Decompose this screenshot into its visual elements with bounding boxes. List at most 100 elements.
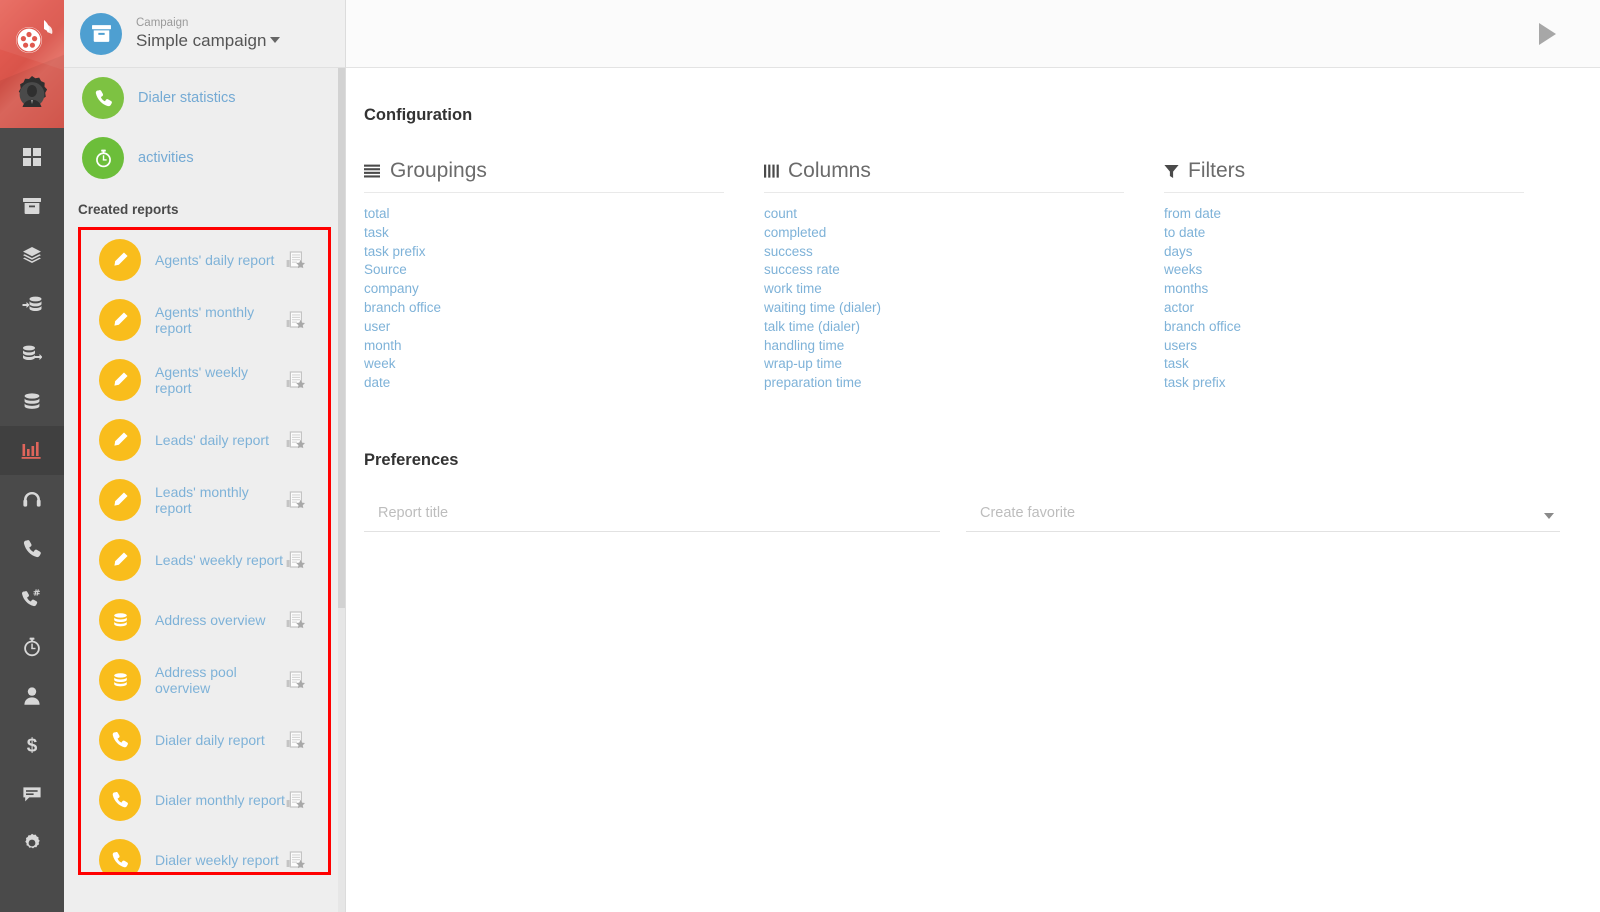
report-favorite-icon[interactable]: [286, 311, 306, 329]
filters-header: Filters: [1164, 159, 1524, 193]
pencil-icon: [114, 492, 128, 506]
report-item-address-overview[interactable]: Address overview: [81, 590, 328, 650]
database-icon: [113, 672, 127, 686]
campaign-name[interactable]: Simple campaign: [136, 30, 281, 52]
filter-item[interactable]: to date: [1164, 224, 1532, 243]
report-favorite-icon[interactable]: [286, 731, 306, 749]
create-favorite-field[interactable]: [966, 504, 1560, 532]
report-item-label: Leads' weekly report: [155, 552, 283, 568]
rail-item-reports[interactable]: [0, 426, 64, 475]
sidebar: Campaign Simple campaign Dialer statisti…: [64, 0, 346, 912]
rail-item-user[interactable]: [0, 671, 64, 720]
column-item[interactable]: success rate: [764, 261, 1132, 280]
archive-box-icon: [91, 25, 111, 42]
report-item-dialer-weekly[interactable]: Dialer weekly report: [81, 830, 328, 872]
column-item[interactable]: wrap-up time: [764, 355, 1132, 374]
stopwatch-icon: [95, 149, 111, 167]
created-reports-list: Agents' daily report Agents' monthly rep…: [78, 227, 331, 875]
report-favorite-icon[interactable]: [286, 431, 306, 449]
filter-item[interactable]: branch office: [1164, 318, 1532, 337]
rail-item-billing[interactable]: $: [0, 720, 64, 769]
filter-item[interactable]: from date: [1164, 205, 1532, 224]
grouping-item[interactable]: Source: [364, 261, 732, 280]
report-favorite-icon[interactable]: [286, 491, 306, 509]
sidebar-scrollbar[interactable]: [338, 68, 345, 912]
sidebar-item-activities[interactable]: activities: [64, 128, 345, 188]
create-favorite-input[interactable]: [980, 504, 1560, 521]
campaign-label: Campaign: [136, 16, 189, 29]
rail-item-phone[interactable]: [0, 524, 64, 573]
grouping-item[interactable]: user: [364, 318, 732, 337]
report-favorite-icon[interactable]: [286, 671, 306, 689]
report-item-label: Agents' monthly report: [155, 304, 255, 336]
report-favorite-icon[interactable]: [286, 371, 306, 389]
rail-item-dashboard[interactable]: [0, 132, 64, 181]
filter-item[interactable]: weeks: [1164, 261, 1532, 280]
rail-item-import[interactable]: [0, 279, 64, 328]
pencil-icon: [114, 372, 128, 386]
rail-item-dialer[interactable]: [0, 573, 64, 622]
column-item[interactable]: preparation time: [764, 374, 1132, 393]
report-item-leads-monthly[interactable]: Leads' monthly report: [81, 470, 328, 530]
report-item-agents-weekly[interactable]: Agents' weekly report: [81, 350, 328, 410]
column-item[interactable]: completed: [764, 224, 1132, 243]
user-icon: [24, 686, 40, 705]
grouping-item[interactable]: task prefix: [364, 243, 732, 262]
report-item-agents-monthly[interactable]: Agents' monthly report: [81, 290, 328, 350]
report-favorite-icon[interactable]: [286, 851, 306, 869]
database-avatar: [99, 599, 141, 641]
report-title-field[interactable]: [364, 504, 940, 532]
report-favorite-icon[interactable]: [286, 251, 306, 269]
report-item-dialer-daily[interactable]: Dialer daily report: [81, 710, 328, 770]
column-item[interactable]: count: [764, 205, 1132, 224]
report-item-address-pool-overview[interactable]: Address pool overview: [81, 650, 328, 710]
grouping-item[interactable]: branch office: [364, 299, 732, 318]
report-item-dialer-monthly[interactable]: Dialer monthly report: [81, 770, 328, 830]
svg-text:$: $: [27, 735, 38, 755]
sidebar-item-dialer-statistics[interactable]: Dialer statistics: [64, 68, 345, 128]
column-item[interactable]: waiting time (dialer): [764, 299, 1132, 318]
filter-item[interactable]: task prefix: [1164, 374, 1532, 393]
grouping-item[interactable]: total: [364, 205, 732, 224]
rail-item-chat[interactable]: [0, 769, 64, 818]
report-item-agents-daily[interactable]: Agents' daily report: [81, 230, 328, 290]
campaign-selector[interactable]: Campaign Simple campaign: [64, 0, 345, 68]
grouping-item[interactable]: date: [364, 374, 732, 393]
grouping-item[interactable]: company: [364, 280, 732, 299]
run-report-button[interactable]: [1534, 21, 1560, 47]
rail-item-activities[interactable]: [0, 622, 64, 671]
rail-item-layers[interactable]: [0, 230, 64, 279]
layers-icon: [23, 246, 41, 263]
rail-item-archive[interactable]: [0, 181, 64, 230]
filter-item[interactable]: task: [1164, 355, 1532, 374]
rail-item-settings[interactable]: [0, 818, 64, 867]
rail-item-export[interactable]: [0, 328, 64, 377]
grouping-item[interactable]: month: [364, 337, 732, 356]
app-root: $ Campaign Simple campaign Dialer statis…: [0, 0, 1600, 912]
grouping-item[interactable]: week: [364, 355, 732, 374]
rail-item-database[interactable]: [0, 377, 64, 426]
sidebar-scrollbar-thumb[interactable]: [338, 68, 345, 608]
filter-item[interactable]: days: [1164, 243, 1532, 262]
report-item-leads-daily[interactable]: Leads' daily report: [81, 410, 328, 470]
column-item[interactable]: handling time: [764, 337, 1132, 356]
report-favorite-icon[interactable]: [286, 791, 306, 809]
chevron-down-icon[interactable]: [1544, 512, 1554, 519]
rail-item-headset[interactable]: [0, 475, 64, 524]
filter-item[interactable]: actor: [1164, 299, 1532, 318]
pencil-avatar: [99, 359, 141, 401]
report-item-leads-weekly[interactable]: Leads' weekly report: [81, 530, 328, 590]
report-favorite-icon[interactable]: [286, 611, 306, 629]
filter-item[interactable]: users: [1164, 337, 1532, 356]
filter-item[interactable]: months: [1164, 280, 1532, 299]
stopwatch-avatar: [82, 137, 124, 179]
report-title-input[interactable]: [378, 504, 940, 521]
column-item[interactable]: work time: [764, 280, 1132, 299]
report-favorite-icon[interactable]: [286, 551, 306, 569]
grouping-item[interactable]: task: [364, 224, 732, 243]
column-item[interactable]: talk time (dialer): [764, 318, 1132, 337]
app-logo[interactable]: [0, 0, 64, 128]
chevron-down-icon: [270, 36, 281, 43]
column-item[interactable]: success: [764, 243, 1132, 262]
report-item-label: Agents' weekly report: [155, 364, 248, 396]
